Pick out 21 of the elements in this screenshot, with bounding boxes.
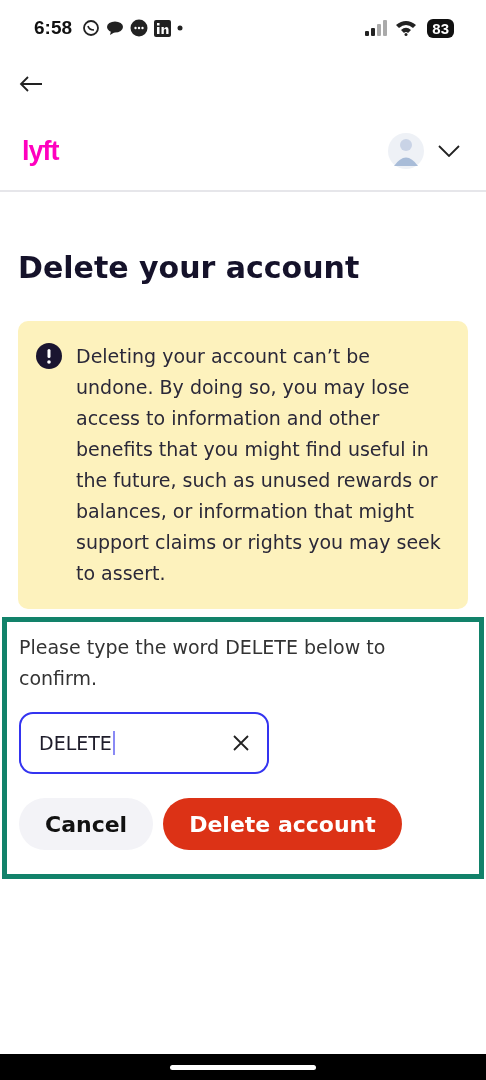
battery-indicator: 83 [427, 18, 454, 38]
message-icon [130, 19, 149, 37]
confirm-input-field[interactable]: DELETE [19, 712, 269, 774]
home-indicator[interactable] [170, 1064, 316, 1070]
delete-account-button[interactable]: Delete account [163, 798, 402, 850]
chat-bubble-icon [82, 19, 101, 37]
cancel-button[interactable]: Cancel [19, 798, 154, 850]
signal-icon [365, 20, 390, 36]
wifi-icon [395, 20, 418, 36]
warning-text: Deleting your account can’t be undone. By doing so, you may lose access to information and other benefits that you might find useful in the future, such as unused rewards or balances, or information that might support claims or rights you may seek to assert. [76, 344, 442, 586]
square-app-icon [154, 19, 172, 37]
page-title: Delete your account [18, 249, 361, 287]
clear-icon[interactable] [233, 735, 249, 751]
chat-icon [106, 20, 125, 36]
chevron-down-icon[interactable] [438, 145, 460, 157]
dot-icon [177, 25, 184, 31]
status-time: 6:58 [34, 17, 73, 39]
logo[interactable]: lyft [22, 135, 59, 167]
exclamation-icon [36, 343, 62, 369]
back-arrow-icon[interactable] [19, 75, 43, 93]
confirm-prompt: Please type the word DELETE below to confirm. [19, 635, 387, 691]
